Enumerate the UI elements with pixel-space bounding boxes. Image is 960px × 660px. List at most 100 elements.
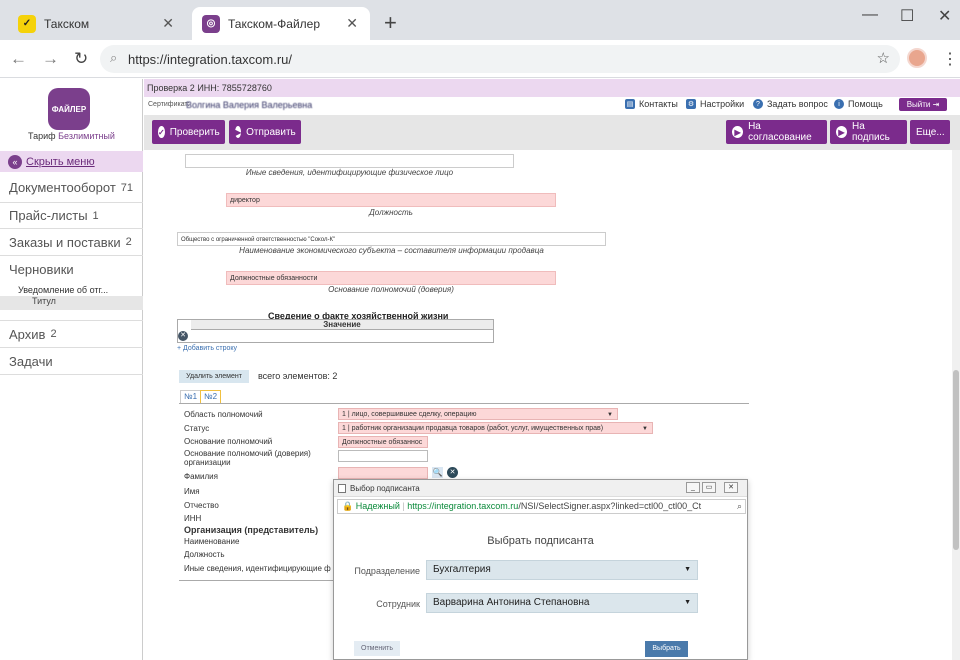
- hide-menu-button[interactable]: « Скрыть меню: [0, 151, 143, 172]
- dialog-titlebar: Выбор подписанта _ ▭ ✕: [334, 480, 747, 497]
- sidebar-item-drafts[interactable]: Черновики: [0, 256, 143, 282]
- basis-label: Основание полномочий: [184, 437, 273, 446]
- ask-question-link[interactable]: ? Задать вопрос: [753, 99, 828, 109]
- sidebar-item-archive[interactable]: Архив 2: [0, 320, 143, 348]
- scope-value: 1 | лицо, совершившее сделку, операцию: [342, 411, 477, 418]
- sidebar-item-documents[interactable]: Документооборот 71: [0, 173, 143, 203]
- browser-menu-icon[interactable]: ⋮: [942, 49, 958, 69]
- remove-row-icon[interactable]: ✕: [178, 331, 188, 341]
- sign-label: На подпись: [852, 121, 890, 143]
- dropdown-arrow-icon: ▼: [684, 599, 691, 606]
- gear-icon: ⚙: [686, 99, 696, 109]
- help-link[interactable]: i Помощь: [834, 99, 883, 109]
- close-tab-icon[interactable]: ✕: [346, 15, 358, 32]
- approve-label: На согласование: [748, 121, 812, 143]
- search-icon[interactable]: ⌕: [737, 500, 742, 513]
- hide-menu-label: Скрыть меню: [26, 155, 95, 168]
- sign-button[interactable]: ▶ На подпись: [830, 120, 907, 144]
- minimize-icon[interactable]: —: [862, 6, 878, 24]
- sidebar-item-price-lists[interactable]: Прайс-листы 1: [0, 203, 143, 229]
- taxcom-favicon-icon: ✓: [18, 14, 36, 33]
- surname-field[interactable]: [338, 467, 428, 479]
- secure-label: Надежный: [355, 501, 400, 511]
- org-name-field[interactable]: Общество с ограниченной ответственностью…: [177, 232, 606, 246]
- basis-trust-label: Основание полномочий (доверия): [184, 449, 311, 458]
- url-path: /NSI/SelectSigner.aspx?linked=ctl00_ctl0…: [518, 501, 702, 511]
- exit-button[interactable]: Выйти ⇥: [899, 98, 947, 111]
- sidebar-subitem-title[interactable]: Титул: [0, 296, 143, 310]
- dropdown-arrow-icon: ▼: [684, 566, 691, 573]
- maximize-icon[interactable]: ☐: [900, 6, 914, 26]
- check-button[interactable]: ✓ Проверить: [152, 120, 225, 144]
- cancel-button[interactable]: Отменить: [354, 641, 400, 656]
- basis-trust-label-2: организации: [184, 458, 231, 467]
- dialog-window-title: Выбор подписанта: [350, 484, 420, 493]
- double-chevron-left-icon: «: [8, 154, 22, 169]
- close-icon[interactable]: ✕: [724, 482, 738, 493]
- position-field[interactable]: директор: [226, 193, 556, 207]
- dialog-heading: Выбрать подписанта: [487, 535, 594, 547]
- name-label: Имя: [184, 487, 200, 496]
- tab-taxcom-filer[interactable]: ◎ Такском-Файлер ✕: [192, 7, 370, 40]
- back-icon[interactable]: ←: [10, 49, 27, 69]
- status-select[interactable]: 1 | работник организации продавца товаро…: [338, 422, 653, 434]
- sidebar-item-count: 71: [120, 181, 134, 194]
- reload-icon[interactable]: ↻: [74, 49, 88, 69]
- address-bar-row: ← → ↻ ⌕ https://integration.taxcom.ru/ ☆: [0, 40, 960, 78]
- tab-element-2[interactable]: №2: [200, 390, 222, 403]
- other-info-field[interactable]: [185, 154, 514, 168]
- new-tab-icon[interactable]: +: [384, 10, 397, 36]
- scrollbar-thumb[interactable]: [953, 370, 959, 550]
- tariff-label: Тариф: [28, 131, 56, 141]
- department-select[interactable]: Бухгалтерия ▼: [426, 560, 698, 580]
- employee-value: Варварина Антонина Степановна: [433, 597, 590, 608]
- add-row-link[interactable]: + Добавить строку: [177, 345, 237, 352]
- org-name-caption: Наименование экономического субъекта – с…: [239, 246, 544, 255]
- authority-basis-field[interactable]: Должностные обязанности: [226, 271, 556, 285]
- send-label: Отправить: [246, 126, 296, 138]
- tab-element-1[interactable]: №1: [180, 390, 202, 403]
- select-button[interactable]: Выбрать: [645, 641, 688, 657]
- close-tab-icon[interactable]: ✕: [162, 15, 174, 32]
- employee-select[interactable]: Варварина Антонина Степановна ▼: [426, 593, 698, 613]
- org-name-label: Наименование: [184, 537, 240, 546]
- minimize-icon[interactable]: _: [686, 482, 700, 493]
- basis-trust-field[interactable]: [338, 450, 428, 462]
- contacts-label: Контакты: [639, 99, 678, 109]
- url-host: https://integration.taxcom.ru: [407, 501, 519, 511]
- tariff-value: Безлимитный: [58, 131, 115, 141]
- scope-select[interactable]: 1 | лицо, совершившее сделку, операцию ▼: [338, 408, 618, 420]
- sidebar-subitem-notice[interactable]: Уведомление об отг...: [18, 285, 108, 295]
- search-icon[interactable]: 🔍: [432, 467, 443, 478]
- sidebar-item-orders[interactable]: Заказы и поставки 2: [0, 229, 143, 256]
- sidebar-item-label: Черновики: [9, 261, 74, 277]
- bookmark-star-icon[interactable]: ☆: [877, 49, 890, 67]
- help-label: Помощь: [848, 99, 883, 109]
- more-button[interactable]: Еще...: [910, 120, 950, 144]
- sidebar-item-label: Прайс-листы: [9, 208, 88, 223]
- settings-link[interactable]: ⚙ Настройки: [686, 99, 744, 109]
- authority-basis-caption: Основание полномочий (доверия): [328, 285, 454, 294]
- delete-element-button[interactable]: Удалить элемент: [179, 370, 249, 383]
- clear-icon[interactable]: ✕: [447, 467, 458, 478]
- page-icon: [338, 484, 346, 493]
- contacts-link[interactable]: ▤ Контакты: [625, 99, 678, 109]
- settings-label: Настройки: [700, 99, 745, 109]
- tab-taxcom[interactable]: ✓ Такском ✕: [8, 7, 186, 40]
- forward-icon[interactable]: →: [42, 49, 59, 69]
- send-button[interactable]: ▶ Отправить: [229, 120, 301, 144]
- sidebar-item-tasks[interactable]: Задачи: [0, 348, 143, 375]
- restore-icon[interactable]: ▭: [702, 482, 716, 493]
- check-icon: ✓: [158, 126, 165, 138]
- profile-avatar[interactable]: [907, 48, 927, 68]
- surname-label: Фамилия: [184, 472, 218, 481]
- dropdown-arrow-icon: ▼: [607, 412, 613, 418]
- url-field[interactable]: ⌕ https://integration.taxcom.ru/ ☆: [100, 45, 900, 73]
- basis-field[interactable]: Должностные обязаннос: [338, 436, 428, 448]
- dialog-url-bar[interactable]: 🔒 Надежный | https://integration.taxcom.…: [337, 499, 746, 514]
- window-close-icon[interactable]: ✕: [938, 6, 951, 26]
- sidebar-item-count: 1: [92, 209, 99, 222]
- approve-button[interactable]: ▶ На согласование: [726, 120, 827, 144]
- ask-label: Задать вопрос: [767, 99, 828, 109]
- browser-tab-bar: ✓ Такском ✕ ◎ Такском-Файлер ✕ + — ☐ ✕: [0, 0, 960, 40]
